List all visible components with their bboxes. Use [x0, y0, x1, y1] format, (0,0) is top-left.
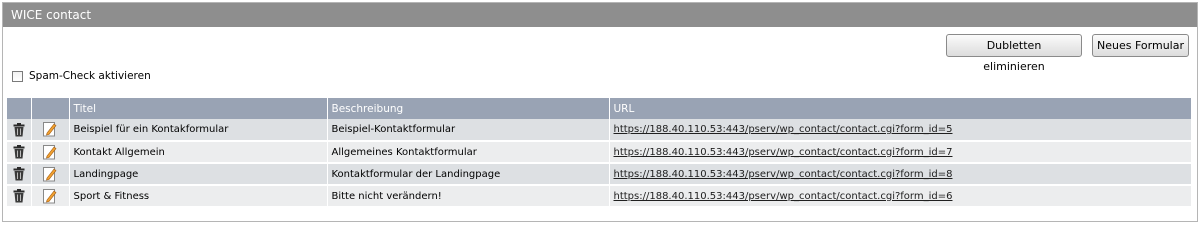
eliminate-duplicates-button[interactable]: Dubletten eliminieren: [946, 34, 1082, 73]
column-header-description[interactable]: Beschreibung: [327, 98, 610, 119]
trash-icon[interactable]: [13, 145, 25, 159]
edit-cell: [31, 141, 70, 164]
row-url-cell: https://188.40.110.53:443/pserv/wp_conta…: [609, 141, 1192, 164]
row-title: Kontakt Allgemein: [69, 141, 328, 164]
row-url-link[interactable]: https://188.40.110.53:443/pserv/wp_conta…: [614, 191, 953, 202]
row-description: Bitte nicht verändern!: [327, 185, 610, 208]
new-form-button[interactable]: Neues Formular: [1092, 34, 1189, 57]
spam-check-row: Spam-Check aktivieren: [12, 70, 151, 82]
row-url-cell: https://188.40.110.53:443/pserv/wp_conta…: [609, 119, 1192, 142]
trash-icon[interactable]: [13, 167, 25, 181]
row-title: Landingpage: [69, 163, 328, 186]
trash-icon[interactable]: [13, 189, 25, 203]
column-header-delete: [7, 98, 32, 119]
pencil-icon[interactable]: [43, 188, 57, 204]
row-description: Allgemeines Kontaktformular: [327, 141, 610, 164]
row-url-link[interactable]: https://188.40.110.53:443/pserv/wp_conta…: [614, 124, 953, 135]
row-title: Sport & Fitness: [69, 185, 328, 208]
column-header-title[interactable]: Titel: [69, 98, 328, 119]
row-url-link[interactable]: https://188.40.110.53:443/pserv/wp_conta…: [614, 147, 953, 158]
pencil-icon[interactable]: [43, 166, 57, 182]
table-row: Sport & Fitness Bitte nicht verändern! h…: [7, 185, 1192, 208]
table-header-row: Titel Beschreibung URL: [7, 98, 1192, 119]
row-description: Kontaktformular der Landingpage: [327, 163, 610, 186]
spam-check-checkbox[interactable]: [12, 70, 23, 82]
spam-check-label: Spam-Check aktivieren: [29, 70, 151, 82]
delete-cell: [7, 119, 32, 142]
edit-cell: [31, 185, 70, 208]
delete-cell: [7, 163, 32, 186]
panel-title: WICE contact: [3, 3, 1197, 27]
table-row: Landingpage Kontaktformular der Landingp…: [7, 163, 1192, 186]
pencil-icon[interactable]: [43, 144, 57, 160]
row-url-cell: https://188.40.110.53:443/pserv/wp_conta…: [609, 185, 1192, 208]
table-row: Beispiel für ein Kontakformular Beispiel…: [7, 119, 1192, 142]
toolbar: Dubletten eliminieren Neues Formular: [946, 34, 1189, 73]
forms-table: Titel Beschreibung URL Beispiel für ein …: [7, 98, 1192, 208]
pencil-icon[interactable]: [43, 122, 57, 137]
row-title: Beispiel für ein Kontakformular: [69, 119, 328, 142]
column-header-url[interactable]: URL: [609, 98, 1192, 119]
row-url-cell: https://188.40.110.53:443/pserv/wp_conta…: [609, 163, 1192, 186]
column-header-edit: [31, 98, 70, 119]
table-row: Kontakt Allgemein Allgemeines Kontaktfor…: [7, 141, 1192, 164]
edit-cell: [31, 163, 70, 186]
delete-cell: [7, 141, 32, 164]
delete-cell: [7, 185, 32, 208]
row-description: Beispiel-Kontaktformular: [327, 119, 610, 142]
row-url-link[interactable]: https://188.40.110.53:443/pserv/wp_conta…: [614, 169, 953, 180]
edit-cell: [31, 119, 70, 142]
trash-icon[interactable]: [13, 122, 25, 137]
